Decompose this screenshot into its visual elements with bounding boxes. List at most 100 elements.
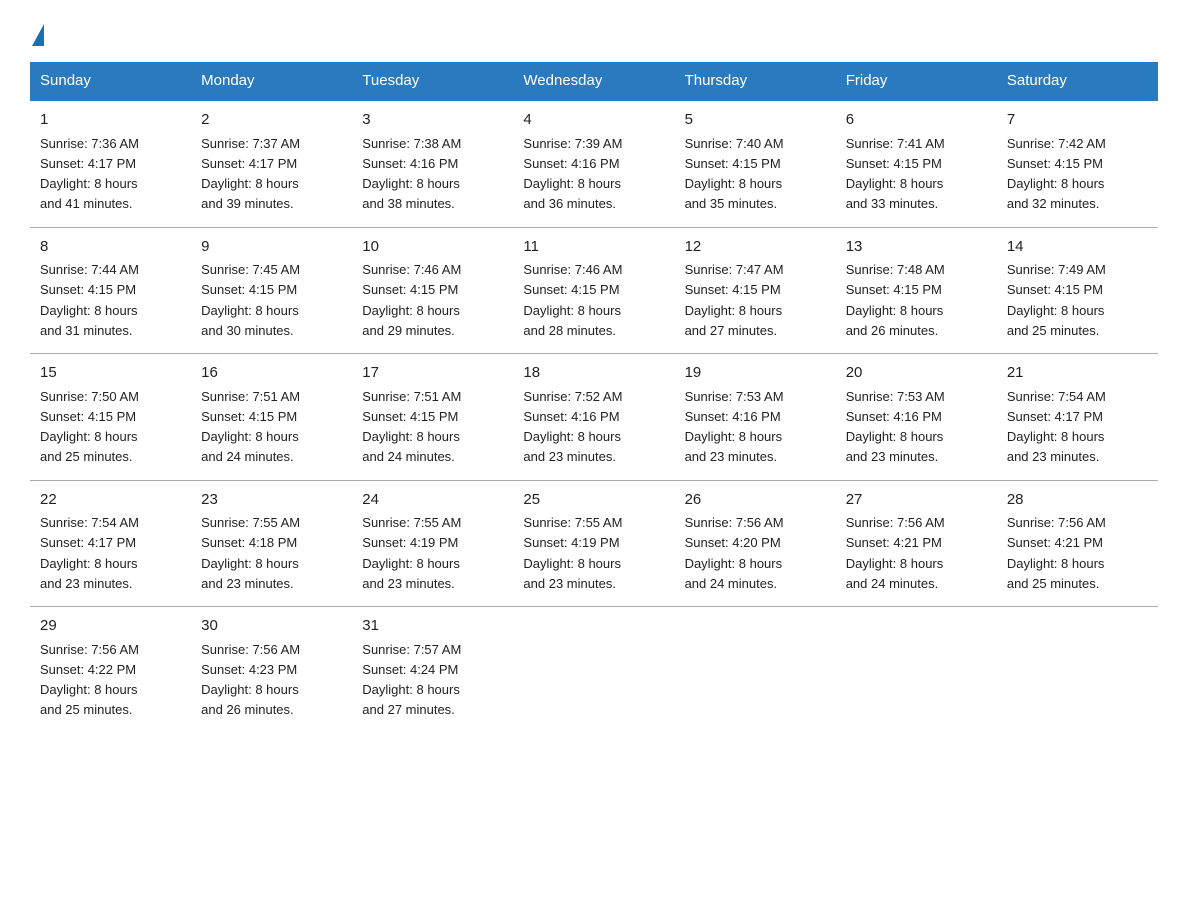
day-info: Sunrise: 7:49 AMSunset: 4:15 PMDaylight:… [1007,262,1106,338]
day-info: Sunrise: 7:40 AMSunset: 4:15 PMDaylight:… [685,136,784,212]
day-number: 8 [40,236,181,259]
day-number: 7 [1007,109,1148,132]
day-info: Sunrise: 7:38 AMSunset: 4:16 PMDaylight:… [362,136,461,212]
col-header-thursday: Thursday [675,62,836,100]
day-cell: 4 Sunrise: 7:39 AMSunset: 4:16 PMDaylight… [513,100,674,227]
week-row-2: 8 Sunrise: 7:44 AMSunset: 4:15 PMDaylight… [30,227,1158,354]
col-header-wednesday: Wednesday [513,62,674,100]
day-info: Sunrise: 7:53 AMSunset: 4:16 PMDaylight:… [685,389,784,465]
day-cell: 16 Sunrise: 7:51 AMSunset: 4:15 PMDayligh… [191,354,352,481]
day-info: Sunrise: 7:56 AMSunset: 4:22 PMDaylight:… [40,642,139,718]
day-number: 4 [523,109,664,132]
day-number: 1 [40,109,181,132]
day-info: Sunrise: 7:47 AMSunset: 4:15 PMDaylight:… [685,262,784,338]
day-info: Sunrise: 7:55 AMSunset: 4:19 PMDaylight:… [523,515,622,591]
day-cell: 24 Sunrise: 7:55 AMSunset: 4:19 PMDayligh… [352,480,513,607]
day-cell: 20 Sunrise: 7:53 AMSunset: 4:16 PMDayligh… [836,354,997,481]
day-number: 20 [846,362,987,385]
day-info: Sunrise: 7:41 AMSunset: 4:15 PMDaylight:… [846,136,945,212]
week-row-5: 29 Sunrise: 7:56 AMSunset: 4:22 PMDayligh… [30,607,1158,733]
col-header-friday: Friday [836,62,997,100]
day-cell: 18 Sunrise: 7:52 AMSunset: 4:16 PMDayligh… [513,354,674,481]
day-cell: 15 Sunrise: 7:50 AMSunset: 4:15 PMDayligh… [30,354,191,481]
day-number: 31 [362,615,503,638]
day-info: Sunrise: 7:42 AMSunset: 4:15 PMDaylight:… [1007,136,1106,212]
day-cell: 10 Sunrise: 7:46 AMSunset: 4:15 PMDayligh… [352,227,513,354]
day-cell: 22 Sunrise: 7:54 AMSunset: 4:17 PMDayligh… [30,480,191,607]
day-cell: 27 Sunrise: 7:56 AMSunset: 4:21 PMDayligh… [836,480,997,607]
day-number: 23 [201,489,342,512]
day-cell: 2 Sunrise: 7:37 AMSunset: 4:17 PMDaylight… [191,100,352,227]
day-info: Sunrise: 7:54 AMSunset: 4:17 PMDaylight:… [1007,389,1106,465]
day-number: 19 [685,362,826,385]
page-header [30,20,1158,42]
week-row-1: 1 Sunrise: 7:36 AMSunset: 4:17 PMDaylight… [30,100,1158,227]
day-number: 21 [1007,362,1148,385]
day-info: Sunrise: 7:51 AMSunset: 4:15 PMDaylight:… [362,389,461,465]
day-number: 18 [523,362,664,385]
day-info: Sunrise: 7:46 AMSunset: 4:15 PMDaylight:… [523,262,622,338]
day-info: Sunrise: 7:57 AMSunset: 4:24 PMDaylight:… [362,642,461,718]
day-info: Sunrise: 7:44 AMSunset: 4:15 PMDaylight:… [40,262,139,338]
day-info: Sunrise: 7:46 AMSunset: 4:15 PMDaylight:… [362,262,461,338]
day-cell: 1 Sunrise: 7:36 AMSunset: 4:17 PMDaylight… [30,100,191,227]
col-header-saturday: Saturday [997,62,1158,100]
day-cell: 3 Sunrise: 7:38 AMSunset: 4:16 PMDaylight… [352,100,513,227]
day-number: 24 [362,489,503,512]
col-header-monday: Monday [191,62,352,100]
day-number: 11 [523,236,664,259]
logo [30,20,44,42]
week-row-3: 15 Sunrise: 7:50 AMSunset: 4:15 PMDayligh… [30,354,1158,481]
day-number: 15 [40,362,181,385]
day-info: Sunrise: 7:53 AMSunset: 4:16 PMDaylight:… [846,389,945,465]
day-number: 22 [40,489,181,512]
day-number: 5 [685,109,826,132]
day-cell: 7 Sunrise: 7:42 AMSunset: 4:15 PMDaylight… [997,100,1158,227]
day-number: 6 [846,109,987,132]
day-info: Sunrise: 7:51 AMSunset: 4:15 PMDaylight:… [201,389,300,465]
day-info: Sunrise: 7:55 AMSunset: 4:18 PMDaylight:… [201,515,300,591]
day-cell: 14 Sunrise: 7:49 AMSunset: 4:15 PMDayligh… [997,227,1158,354]
day-number: 2 [201,109,342,132]
day-info: Sunrise: 7:37 AMSunset: 4:17 PMDaylight:… [201,136,300,212]
day-cell [513,607,674,733]
day-number: 27 [846,489,987,512]
day-number: 16 [201,362,342,385]
logo-triangle-icon [32,24,44,46]
day-number: 17 [362,362,503,385]
day-info: Sunrise: 7:56 AMSunset: 4:21 PMDaylight:… [846,515,945,591]
day-info: Sunrise: 7:52 AMSunset: 4:16 PMDaylight:… [523,389,622,465]
day-cell [997,607,1158,733]
day-info: Sunrise: 7:56 AMSunset: 4:21 PMDaylight:… [1007,515,1106,591]
day-number: 25 [523,489,664,512]
day-cell: 19 Sunrise: 7:53 AMSunset: 4:16 PMDayligh… [675,354,836,481]
day-cell: 9Sunrise: 7:45 AMSunset: 4:15 PMDaylight… [191,227,352,354]
day-cell [675,607,836,733]
day-number: 29 [40,615,181,638]
day-cell: 30Sunrise: 7:56 AMSunset: 4:23 PMDayligh… [191,607,352,733]
day-number: 9 [201,236,342,259]
day-number: 10 [362,236,503,259]
day-number: 3 [362,109,503,132]
day-cell: 31 Sunrise: 7:57 AMSunset: 4:24 PMDayligh… [352,607,513,733]
day-cell: 23 Sunrise: 7:55 AMSunset: 4:18 PMDayligh… [191,480,352,607]
day-info: Sunrise: 7:48 AMSunset: 4:15 PMDaylight:… [846,262,945,338]
day-cell: 12 Sunrise: 7:47 AMSunset: 4:15 PMDayligh… [675,227,836,354]
day-cell: 29 Sunrise: 7:56 AMSunset: 4:22 PMDayligh… [30,607,191,733]
day-info: Sunrise: 7:50 AMSunset: 4:15 PMDaylight:… [40,389,139,465]
day-info: Sunrise: 7:36 AMSunset: 4:17 PMDaylight:… [40,136,139,212]
day-cell: 8 Sunrise: 7:44 AMSunset: 4:15 PMDaylight… [30,227,191,354]
day-info: Sunrise: 7:39 AMSunset: 4:16 PMDaylight:… [523,136,622,212]
day-number: 26 [685,489,826,512]
day-cell: 26Sunrise: 7:56 AMSunset: 4:20 PMDayligh… [675,480,836,607]
week-row-4: 22 Sunrise: 7:54 AMSunset: 4:17 PMDayligh… [30,480,1158,607]
day-cell: 21 Sunrise: 7:54 AMSunset: 4:17 PMDayligh… [997,354,1158,481]
day-info: Sunrise: 7:54 AMSunset: 4:17 PMDaylight:… [40,515,139,591]
day-cell: 13Sunrise: 7:48 AMSunset: 4:15 PMDayligh… [836,227,997,354]
day-number: 12 [685,236,826,259]
day-cell: 6 Sunrise: 7:41 AMSunset: 4:15 PMDaylight… [836,100,997,227]
day-number: 14 [1007,236,1148,259]
day-info: Sunrise: 7:55 AMSunset: 4:19 PMDaylight:… [362,515,461,591]
day-cell: 25 Sunrise: 7:55 AMSunset: 4:19 PMDayligh… [513,480,674,607]
col-header-tuesday: Tuesday [352,62,513,100]
